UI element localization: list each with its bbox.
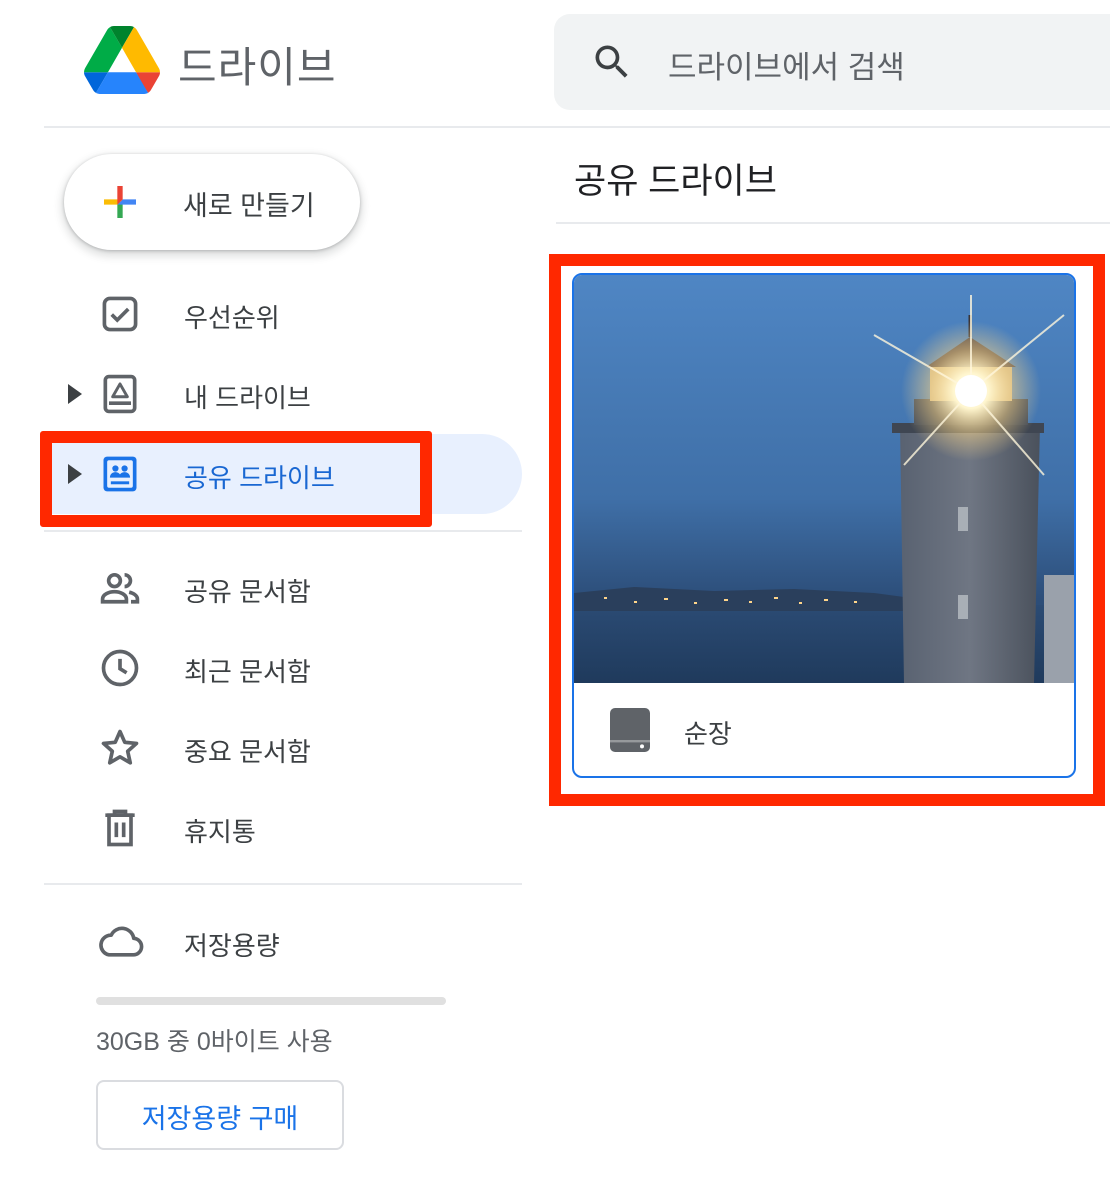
clock-icon (101, 649, 139, 687)
my-drive-icon (103, 374, 137, 414)
search-input[interactable]: 드라이브에서 검색 (668, 42, 905, 87)
star-icon (101, 729, 139, 765)
page-title: 공유 드라이브 (574, 162, 777, 201)
sidebar-item-label: 공유 문서함 (184, 577, 311, 607)
title-divider (556, 222, 1110, 224)
sidebar-divider (44, 883, 522, 885)
sidebar-item-label: 휴지통 (184, 817, 256, 847)
sidebar-item-label: 저장용량 (184, 931, 280, 961)
search-icon[interactable] (590, 40, 634, 84)
priority-check-icon (102, 296, 138, 332)
sidebar-item-label: 중요 문서함 (184, 737, 311, 767)
storage-progress-bar (96, 997, 446, 1005)
plus-icon (104, 186, 136, 218)
shared-with-me-icon (100, 572, 140, 604)
sidebar-item-label: 우선순위 (184, 303, 280, 333)
buy-storage-button-label: 저장용량 구매 (141, 1104, 299, 1134)
trash-icon (105, 809, 135, 847)
expand-caret-icon[interactable] (68, 384, 82, 404)
app-title: 드라이브 (178, 44, 337, 91)
annotation-highlight-box (549, 254, 1105, 806)
sidebar-divider (44, 530, 522, 532)
cloud-icon (99, 926, 144, 957)
header-divider (44, 126, 1110, 128)
google-drive-logo-icon[interactable] (84, 26, 160, 94)
sidebar-item-label: 최근 문서함 (184, 657, 311, 687)
annotation-highlight-box (40, 431, 432, 527)
sidebar-item-label: 내 드라이브 (184, 383, 311, 413)
new-button-label: 새로 만들기 (183, 191, 315, 221)
storage-usage-text: 30GB 중 0바이트 사용 (96, 1028, 333, 1056)
